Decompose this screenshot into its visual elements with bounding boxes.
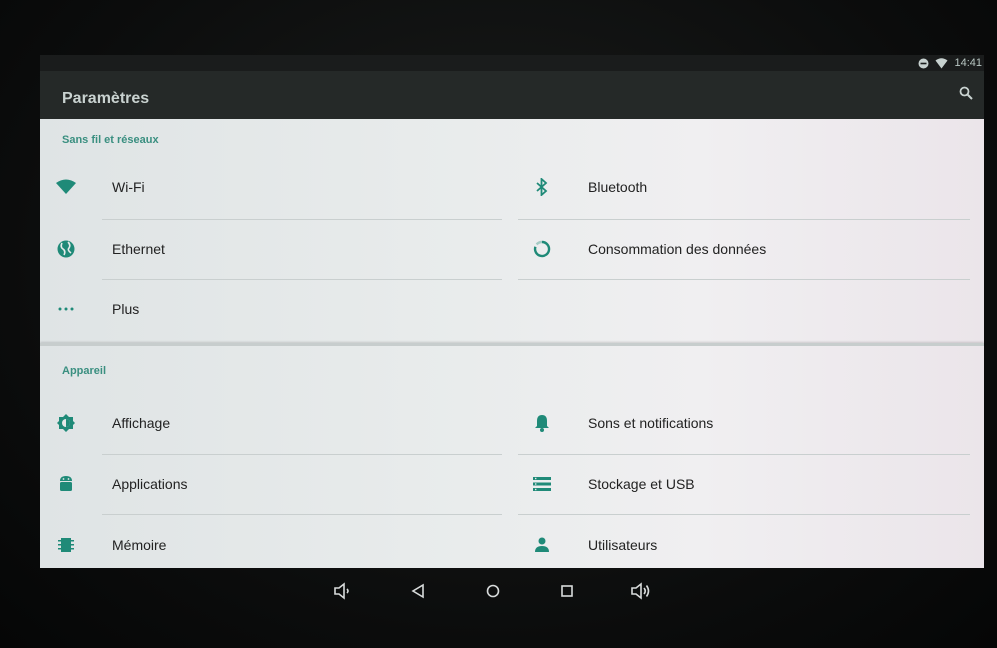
settings-item-apps[interactable]: Applications (40, 455, 480, 513)
recents-button[interactable] (554, 580, 580, 606)
settings-item-label: Sons et notifications (588, 415, 714, 431)
status-time: 14:41 (954, 57, 982, 69)
display-icon (54, 411, 78, 435)
navigation-bar (0, 568, 997, 618)
settings-item-label: Ethernet (112, 241, 165, 257)
settings-item-display[interactable]: Affichage (40, 394, 480, 452)
divider (102, 514, 502, 515)
section-wireless: Sans fil et réseaux Wi-Fi Bluetooth Ethe… (40, 119, 984, 339)
volume-down-button[interactable] (330, 580, 356, 606)
settings-item-wifi[interactable]: Wi-Fi (40, 158, 480, 216)
volume-up-button[interactable] (628, 580, 654, 606)
settings-item-label: Utilisateurs (588, 537, 658, 553)
divider (518, 514, 970, 515)
bluetooth-icon (530, 175, 554, 199)
settings-item-label: Mémoire (112, 537, 167, 553)
settings-item-sound[interactable]: Sons et notifications (516, 394, 956, 452)
settings-item-label: Applications (112, 476, 188, 492)
back-icon (410, 583, 426, 604)
divider (518, 279, 970, 280)
settings-item-bluetooth[interactable]: Bluetooth (516, 158, 956, 216)
wifi-icon (935, 57, 948, 69)
search-button[interactable] (954, 83, 978, 107)
settings-item-label: Wi-Fi (112, 179, 145, 195)
settings-item-ethernet[interactable]: Ethernet (40, 220, 480, 278)
status-bar: 14:41 (40, 55, 984, 71)
memory-icon (54, 533, 78, 557)
more-icon (54, 297, 78, 321)
section-device: Appareil Affichage Sons et notifications (40, 343, 984, 568)
screen: 14:41 Paramètres Sans fil et réseaux Wi-… (40, 55, 984, 568)
search-icon (959, 86, 973, 105)
android-icon (54, 472, 78, 496)
app-bar: Paramètres (40, 71, 984, 119)
settings-item-users[interactable]: Utilisateurs (516, 516, 956, 568)
home-icon (485, 583, 501, 604)
wifi-icon (54, 175, 78, 199)
settings-item-label: Affichage (112, 415, 171, 431)
settings-item-data-usage[interactable]: Consommation des données (516, 220, 956, 278)
settings-item-storage[interactable]: Stockage et USB (516, 455, 956, 513)
section-header: Appareil (62, 365, 107, 377)
volume-down-icon (333, 581, 353, 605)
home-button[interactable] (480, 580, 506, 606)
ethernet-icon (54, 237, 78, 261)
settings-item-memory[interactable]: Mémoire (40, 516, 480, 568)
page-title: Paramètres (62, 90, 150, 107)
settings-item-more[interactable]: Plus (40, 280, 480, 338)
recents-icon (560, 584, 574, 603)
data-usage-icon (530, 237, 554, 261)
settings-item-label: Plus (112, 301, 140, 317)
storage-icon (530, 472, 554, 496)
settings-item-label: Bluetooth (588, 179, 648, 195)
bell-icon (530, 411, 554, 435)
volume-up-icon (630, 581, 652, 605)
settings-list: Sans fil et réseaux Wi-Fi Bluetooth Ethe… (40, 119, 984, 568)
dnd-icon (918, 58, 929, 69)
settings-item-label: Consommation des données (588, 241, 767, 257)
user-icon (530, 533, 554, 557)
settings-item-label: Stockage et USB (588, 476, 695, 492)
back-button[interactable] (405, 580, 431, 606)
section-header: Sans fil et réseaux (62, 134, 159, 146)
